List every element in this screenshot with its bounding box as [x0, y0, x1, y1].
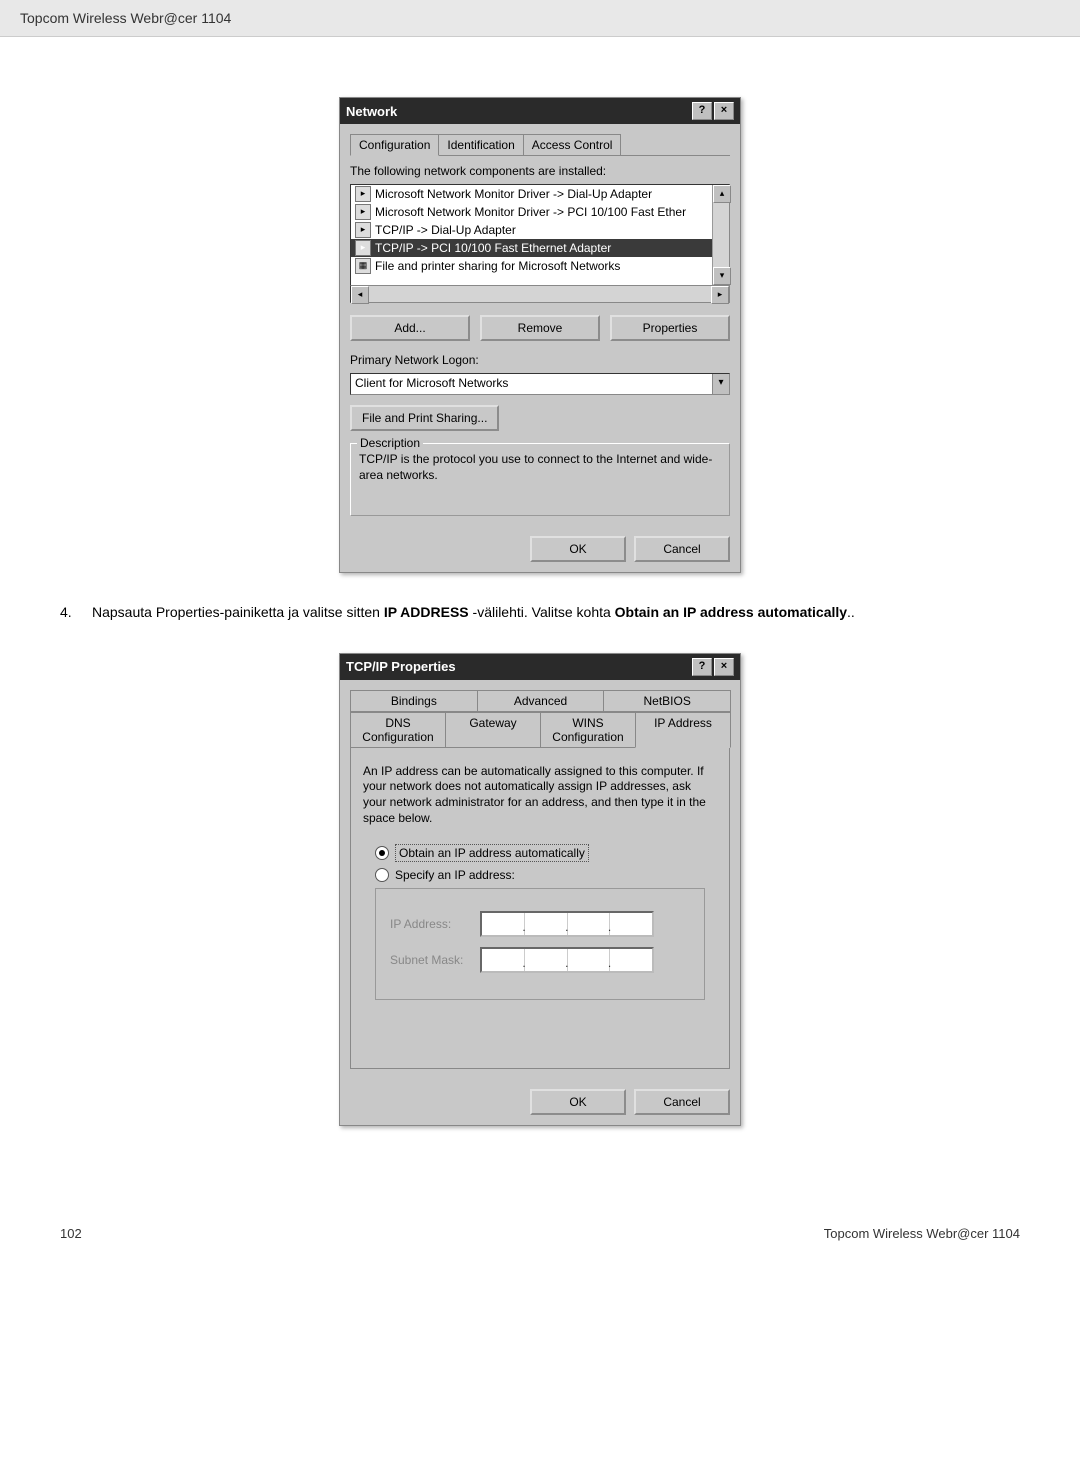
tcpip-titlebar: TCP/IP Properties ? × — [340, 654, 740, 680]
network-title: Network — [346, 104, 397, 119]
primary-logon-combo[interactable]: Client for Microsoft Networks ▾ — [350, 373, 730, 395]
step-text: Napsauta Properties-painiketta ja valits… — [92, 603, 855, 623]
cancel-button[interactable]: Cancel — [634, 536, 730, 562]
radio-icon — [375, 846, 389, 860]
tab-identification[interactable]: Identification — [438, 134, 523, 155]
list-item[interactable]: ▸Microsoft Network Monitor Driver -> Dia… — [351, 185, 712, 203]
header-title: Topcom Wireless Webr@cer 1104 — [20, 10, 231, 26]
tab-netbios[interactable]: NetBIOS — [603, 690, 731, 712]
horizontal-scrollbar[interactable]: ◂ ▸ — [350, 286, 730, 303]
tcpip-tabs: Bindings Advanced NetBIOS DNS Configurat… — [350, 690, 730, 748]
help-icon[interactable]: ? — [692, 102, 712, 120]
radio-icon — [375, 868, 389, 882]
radio-specify-label: Specify an IP address: — [395, 868, 515, 882]
scroll-right-icon[interactable]: ▸ — [711, 286, 729, 304]
tab-access-control[interactable]: Access Control — [523, 134, 622, 155]
scroll-down-icon[interactable]: ▾ — [713, 267, 731, 285]
cancel-button[interactable]: Cancel — [634, 1089, 730, 1115]
service-icon: ▦ — [355, 258, 371, 274]
chevron-down-icon[interactable]: ▾ — [712, 374, 729, 394]
subnet-mask-input: . . . — [480, 947, 654, 973]
subnet-mask-label: Subnet Mask: — [390, 953, 470, 967]
footer-product: Topcom Wireless Webr@cer 1104 — [824, 1226, 1020, 1241]
help-icon[interactable]: ? — [692, 658, 712, 676]
components-listbox[interactable]: ▸Microsoft Network Monitor Driver -> Dia… — [350, 184, 730, 286]
adapter-icon: ▸ — [355, 186, 371, 202]
radio-obtain-label: Obtain an IP address automatically — [395, 844, 589, 862]
page-header: Topcom Wireless Webr@cer 1104 — [0, 0, 1080, 37]
adapter-icon: ▸ — [355, 240, 371, 256]
description-text: TCP/IP is the protocol you use to connec… — [359, 452, 721, 483]
ip-info-text: An IP address can be automatically assig… — [363, 764, 717, 826]
adapter-icon: ▸ — [355, 204, 371, 220]
description-group: Description TCP/IP is the protocol you u… — [350, 443, 730, 516]
tab-advanced[interactable]: Advanced — [477, 690, 605, 712]
list-item[interactable]: ▦File and printer sharing for Microsoft … — [351, 257, 712, 275]
tab-ip-address[interactable]: IP Address — [635, 712, 731, 748]
radio-obtain[interactable]: Obtain an IP address automatically — [375, 844, 725, 862]
components-label: The following network components are ins… — [350, 164, 730, 178]
properties-button[interactable]: Properties — [610, 315, 730, 341]
list-item[interactable]: ▸TCP/IP -> PCI 10/100 Fast Ethernet Adap… — [351, 239, 712, 257]
primary-logon-value: Client for Microsoft Networks — [351, 374, 712, 394]
page-footer: 102 Topcom Wireless Webr@cer 1104 — [0, 1206, 1080, 1261]
scroll-left-icon[interactable]: ◂ — [351, 286, 369, 304]
vertical-scrollbar[interactable]: ▴ ▾ — [712, 185, 729, 285]
ip-address-input: . . . — [480, 911, 654, 937]
network-titlebar: Network ? × — [340, 98, 740, 124]
network-dialog: Network ? × Configuration Identification… — [339, 97, 741, 573]
list-item[interactable]: ▸TCP/IP -> Dial-Up Adapter — [351, 221, 712, 239]
list-item[interactable]: ▸Microsoft Network Monitor Driver -> PCI… — [351, 203, 712, 221]
scroll-up-icon[interactable]: ▴ — [713, 185, 731, 203]
add-button[interactable]: Add... — [350, 315, 470, 341]
ip-address-label: IP Address: — [390, 917, 470, 931]
radio-specify[interactable]: Specify an IP address: — [375, 868, 725, 882]
remove-button[interactable]: Remove — [480, 315, 600, 341]
step-number: 4. — [60, 603, 80, 623]
ok-button[interactable]: OK — [530, 1089, 626, 1115]
close-icon[interactable]: × — [714, 102, 734, 120]
adapter-icon: ▸ — [355, 222, 371, 238]
ok-button[interactable]: OK — [530, 536, 626, 562]
tab-wins[interactable]: WINS Configuration — [540, 712, 636, 748]
close-icon[interactable]: × — [714, 658, 734, 676]
tab-dns[interactable]: DNS Configuration — [350, 712, 446, 748]
tab-bindings[interactable]: Bindings — [350, 690, 478, 712]
tcpip-title: TCP/IP Properties — [346, 659, 456, 674]
tcpip-dialog: TCP/IP Properties ? × Bindings Advanced … — [339, 653, 741, 1126]
network-tabs: Configuration Identification Access Cont… — [350, 134, 730, 156]
instruction-step: 4. Napsauta Properties-painiketta ja val… — [60, 603, 1020, 623]
description-label: Description — [357, 436, 423, 450]
page-number: 102 — [60, 1226, 82, 1241]
tab-configuration[interactable]: Configuration — [350, 134, 439, 156]
file-print-sharing-button[interactable]: File and Print Sharing... — [350, 405, 499, 431]
specify-group: IP Address: . . . Subnet Mask: . . . — [375, 888, 705, 1000]
tab-gateway[interactable]: Gateway — [445, 712, 541, 748]
primary-logon-label: Primary Network Logon: — [350, 353, 730, 367]
